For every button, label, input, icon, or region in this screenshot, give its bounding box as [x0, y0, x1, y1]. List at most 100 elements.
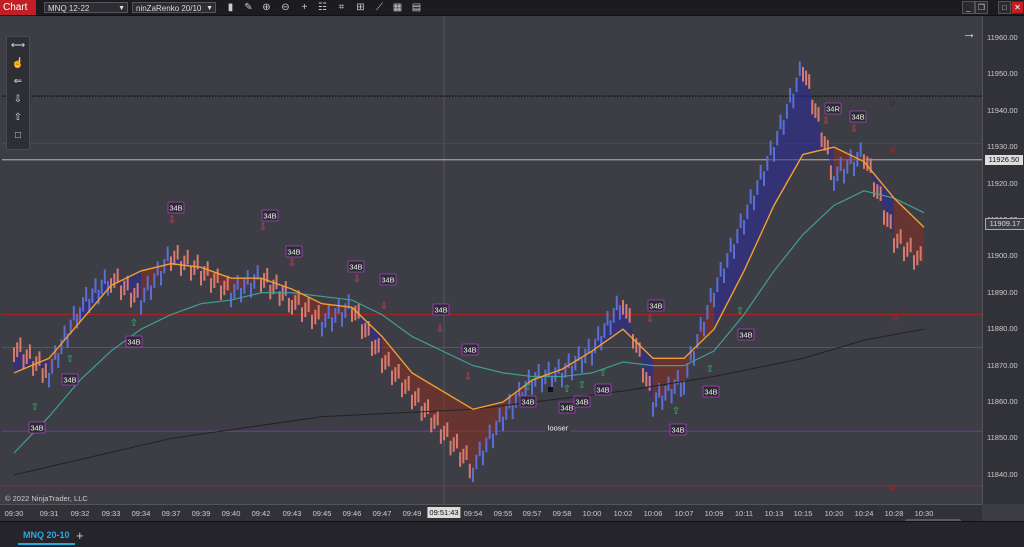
price-brick-270: [893, 238, 895, 253]
price-brick-211: [699, 317, 702, 332]
trend-fill-6: [201, 267, 231, 293]
time-tick-label: 09:40: [221, 509, 241, 518]
price-brick-5: [28, 344, 31, 359]
price-brick-106: [357, 304, 360, 319]
price-brick-8: [38, 351, 41, 366]
price-brick-97: [327, 304, 330, 319]
price-brick-141: [472, 467, 474, 483]
price-tick-label: 11880.00: [987, 324, 1018, 334]
time-axis[interactable]: 09:30 09:31 09:32 09:33 09:34 09:37 09:39 09:40…: [0, 504, 982, 521]
price-brick-96: [324, 313, 327, 328]
price-brick-28: [100, 279, 103, 295]
price-brick-132: [443, 425, 446, 441]
line-tool-icon[interactable]: ⟷: [9, 39, 27, 53]
sell-arrow-4: ⇩: [380, 301, 388, 312]
time-tick-label: 10:13: [764, 509, 784, 518]
price-brick-55: [190, 266, 192, 281]
price-brick-205: [679, 382, 682, 397]
price-brick-273: [903, 246, 905, 262]
sell-arrow-2: ⇩: [288, 258, 296, 269]
price-tick-label: 11870.00: [987, 360, 1018, 370]
price-brick-82: [278, 291, 281, 306]
price-brick-237: [785, 104, 788, 119]
price-brick-102: [344, 303, 347, 318]
signal-label-18: 34R: [826, 105, 840, 114]
price-brick-194: [645, 372, 648, 387]
price-brick-110: [371, 341, 373, 356]
price-brick-34: [120, 285, 122, 301]
trend-fill-24: [774, 66, 803, 206]
price-brick-241: [798, 61, 801, 76]
price-brick-150: [502, 416, 504, 432]
price-brick-65: [223, 280, 226, 296]
price-brick-166: [554, 367, 557, 382]
price-brick-79: [269, 284, 272, 300]
price-brick-185: [615, 295, 618, 311]
maximize-button[interactable]: □: [998, 1, 1011, 14]
price-tick-label: 11950.00: [987, 69, 1018, 79]
price-brick-74: [253, 274, 256, 289]
price-brick-176: [587, 338, 590, 354]
price-brick-124: [417, 387, 420, 403]
horizontal-line-icon[interactable]: ⇐: [9, 75, 27, 89]
time-tick-label: 09:33: [101, 509, 121, 518]
arrow-down-icon[interactable]: ⇩: [9, 93, 27, 107]
price-brick-81: [275, 274, 278, 290]
time-tick-label: 10:00: [582, 509, 602, 518]
time-tick-label: 09:57: [522, 509, 542, 518]
close-button[interactable]: ✕: [1011, 1, 1024, 14]
price-brick-26: [94, 278, 97, 293]
price-brick-98: [331, 317, 333, 332]
arrow-up-icon[interactable]: ⇧: [9, 111, 27, 125]
buy-arrow-5: ⇧: [578, 380, 586, 391]
price-brick-239: [792, 93, 795, 109]
rectangle-icon[interactable]: □: [9, 129, 27, 143]
sell-arrow-9: ⇩: [850, 124, 858, 135]
price-tick-label: 11900.00: [987, 251, 1018, 261]
hand-tool-icon[interactable]: ☝: [9, 57, 27, 71]
price-brick-32: [113, 273, 116, 288]
price-brick-76: [260, 278, 262, 293]
time-tick-label: 10:09: [704, 509, 724, 518]
signal-label-3: 34B: [169, 204, 182, 213]
price-brick-235: [779, 114, 782, 130]
price-chart[interactable]: 34B34B34B34B34B34B34B34B34B34B34B34B34B3…: [0, 0, 982, 504]
signal-label-9: 34B: [463, 346, 476, 355]
line-label-0: R: [890, 100, 896, 109]
price-brick-115: [387, 351, 390, 367]
price-brick-226: [749, 189, 752, 204]
price-brick-119: [401, 382, 403, 398]
time-tick-label: 09:58: [552, 509, 572, 518]
price-brick-196: [652, 402, 654, 417]
time-tick-label: 09:42: [251, 509, 271, 518]
price-brick-274: [906, 242, 909, 257]
price-brick-129: [433, 414, 436, 429]
price-brick-250: [826, 139, 829, 155]
price-brick-105: [354, 305, 357, 321]
price-brick-100: [337, 299, 340, 314]
arrow-right-icon[interactable]: →: [962, 25, 976, 41]
price-brick-14: [57, 353, 60, 368]
price-brick-15: [60, 339, 63, 354]
price-brick-257: [849, 149, 852, 165]
price-brick-267: [883, 210, 885, 225]
price-brick-87: [294, 295, 297, 310]
price-brick-153: [511, 404, 514, 420]
price-brick-240: [795, 77, 798, 93]
price-brick-215: [713, 292, 715, 308]
price-brick-38: [133, 287, 136, 303]
sell-arrow-6: ⇩: [464, 372, 472, 383]
signal-label-8: 34B: [434, 306, 447, 315]
price-brick-3: [22, 354, 25, 369]
price-brick-213: [706, 304, 709, 320]
add-tab-button[interactable]: +: [76, 528, 84, 543]
crosshair-time-label: 09:51:43: [427, 507, 461, 518]
price-axis[interactable]: 11960.00 11950.00 11940.00 11930.00 11920.00…: [982, 16, 1024, 504]
price-brick-195: [648, 376, 651, 391]
price-brick-117: [394, 367, 397, 382]
price-brick-95: [321, 321, 323, 337]
price-brick-214: [709, 287, 712, 303]
time-tick-label: 09:46: [342, 509, 362, 518]
chart-tab-mnq[interactable]: MNQ 20-10: [18, 528, 75, 545]
price-brick-61: [210, 278, 212, 293]
